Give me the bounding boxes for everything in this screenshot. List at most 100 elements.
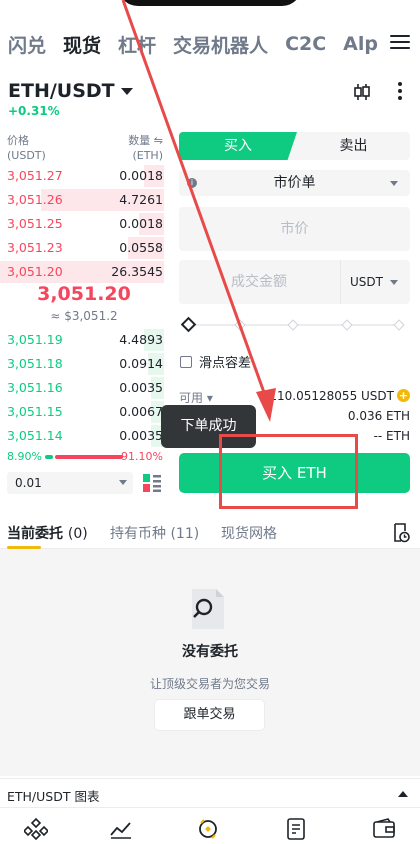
order-quantity: 0.0018 <box>119 216 163 231</box>
trade-icon[interactable] <box>196 817 220 841</box>
tab-open-orders[interactable]: 当前委托 (0) <box>7 523 88 543</box>
tab-flash-swap[interactable]: 闪兑 <box>8 31 46 58</box>
ask-row[interactable]: 3,051.25 0.0018 <box>0 212 168 236</box>
bid-row[interactable]: 3,051.19 4.4893 <box>0 328 168 352</box>
copy-trading-button[interactable]: 跟单交易 <box>154 699 265 731</box>
tab-spot-grid[interactable]: 现货网格 <box>221 523 277 543</box>
buy-ratio-bar <box>45 455 53 459</box>
more-icon[interactable] <box>398 82 402 100</box>
order-quantity: 26.3545 <box>111 264 163 279</box>
buy-sell-ratio: 8.90% 91.10% <box>7 450 163 464</box>
chevron-down-icon <box>390 280 398 285</box>
tab-holdings[interactable]: 持有币种 (11) <box>110 523 199 543</box>
price-field: 市价 <box>179 207 410 251</box>
slider-tick-100[interactable] <box>393 319 405 331</box>
price-column-header: 价格 (USDT) <box>7 134 46 162</box>
precision-value: 0.01 <box>15 476 42 490</box>
order-price: 3,051.26 <box>7 192 63 207</box>
deposit-plus-icon[interactable]: + <box>397 389 410 402</box>
chart-bar[interactable]: ETH/USDT 图表 <box>0 778 420 808</box>
orders-tabs: 当前委托 (0) 持有币种 (11) 现货网格 <box>0 517 420 549</box>
sell-tab[interactable]: 卖出 <box>297 132 410 160</box>
empty-state <box>0 549 420 776</box>
layout-icon[interactable] <box>142 473 162 493</box>
order-type-select[interactable]: i 市价单 <box>179 170 410 196</box>
sell-ratio: 91.10% <box>121 450 163 463</box>
tab-margin[interactable]: 杠杆 <box>118 31 156 58</box>
side-toggle: 买入 卖出 <box>179 132 410 160</box>
buy-eth-button[interactable]: 买入 ETH <box>179 453 410 493</box>
search-document-icon <box>192 589 224 629</box>
order-price: 3,051.25 <box>7 216 63 231</box>
menu-icon[interactable] <box>390 31 410 53</box>
price-placeholder: 市价 <box>280 221 309 237</box>
status-bar-notch <box>118 0 302 6</box>
empty-title: 没有委托 <box>182 644 238 660</box>
available-value: 110.05128055 USDT <box>269 389 394 403</box>
order-quantity: 0.0035 <box>119 380 163 395</box>
wallet-icon[interactable] <box>372 817 396 841</box>
tab-trading-bots[interactable]: 交易机器人 <box>173 31 268 58</box>
available-label: 可用 ▾ <box>179 391 213 405</box>
last-price-fiat: ≈ $3,051.2 <box>50 309 118 323</box>
order-price: 3,051.23 <box>7 240 63 255</box>
ask-row[interactable]: 3,051.27 0.0018 <box>0 164 168 188</box>
chevron-down-icon <box>119 480 127 485</box>
history-icon[interactable] <box>392 523 410 543</box>
amount-slider[interactable] <box>180 316 405 333</box>
slippage-checkbox[interactable]: 滑点容差 <box>180 352 251 371</box>
tab-c2c[interactable]: C2C <box>285 33 326 55</box>
buy-ratio: 8.90% <box>7 450 42 463</box>
futures-icon[interactable] <box>284 817 308 841</box>
amount-unit: USDT <box>350 275 383 289</box>
quantity-column-header[interactable]: 数量 ⇋ (ETH) <box>128 133 163 163</box>
order-quantity: 0.0067 <box>119 404 163 419</box>
precision-select[interactable]: 0.01 <box>7 472 133 494</box>
order-price: 3,051.14 <box>7 428 63 443</box>
ask-row[interactable]: 3,051.20 26.3545 <box>0 260 168 284</box>
ask-row[interactable]: 3,051.26 4.7261 <box>0 188 168 212</box>
slider-tick-25[interactable] <box>234 319 246 331</box>
bottom-navbar <box>0 810 420 844</box>
checkbox-icon[interactable] <box>180 355 192 368</box>
sell-ratio-bar <box>55 455 123 459</box>
chart-bar-label: ETH/USDT 图表 <box>7 789 100 804</box>
empty-subtitle: 让顶级交易者为您交易 <box>149 677 270 691</box>
slider-tick-50[interactable] <box>287 319 299 331</box>
order-price: 3,051.18 <box>7 356 63 371</box>
order-quantity: 0.0914 <box>119 356 163 371</box>
bid-row[interactable]: 3,051.18 0.0914 <box>0 352 168 376</box>
order-quantity: 0.0018 <box>119 168 163 183</box>
candlestick-icon[interactable] <box>352 83 372 101</box>
slider-tick-75[interactable] <box>341 319 353 331</box>
home-icon[interactable] <box>24 817 48 841</box>
slippage-label: 滑点容差 <box>199 356 252 371</box>
last-price: 3,051.20 <box>37 283 131 305</box>
estimated-fee: -- ETH <box>373 429 410 443</box>
info-icon[interactable]: i <box>187 178 197 188</box>
pair-selector[interactable]: ETH/USDT <box>8 80 133 102</box>
order-price: 3,051.15 <box>7 404 63 419</box>
chevron-up-icon[interactable] <box>398 791 408 797</box>
slider-handle[interactable] <box>180 316 197 333</box>
amount-placeholder: 成交金额 <box>231 274 287 290</box>
bid-row[interactable]: 3,051.16 0.0035 <box>0 376 168 400</box>
pair-symbol: ETH/USDT <box>8 80 115 102</box>
bid-row[interactable]: 3,051.15 0.0067 <box>0 400 168 424</box>
price-change: +0.31% <box>8 104 60 118</box>
buy-tab[interactable]: 买入 <box>179 132 297 160</box>
ask-row[interactable]: 3,051.23 0.0558 <box>0 236 168 260</box>
tab-spot[interactable]: 现货 <box>63 31 101 58</box>
tab-alpha[interactable]: Alp <box>343 33 378 55</box>
bid-row[interactable]: 3,051.14 0.0035 <box>0 424 168 448</box>
order-quantity: 4.4893 <box>119 332 163 347</box>
order-price: 3,051.27 <box>7 168 63 183</box>
order-quantity: 4.7261 <box>119 192 163 207</box>
order-price: 3,051.16 <box>7 380 63 395</box>
markets-icon[interactable] <box>109 817 133 841</box>
amount-field[interactable]: 成交金额 USDT <box>179 260 410 304</box>
amount-unit-select[interactable]: USDT <box>340 260 410 304</box>
chevron-down-icon <box>390 181 398 186</box>
order-quantity: 0.0558 <box>119 240 163 255</box>
order-price: 3,051.20 <box>7 264 63 279</box>
